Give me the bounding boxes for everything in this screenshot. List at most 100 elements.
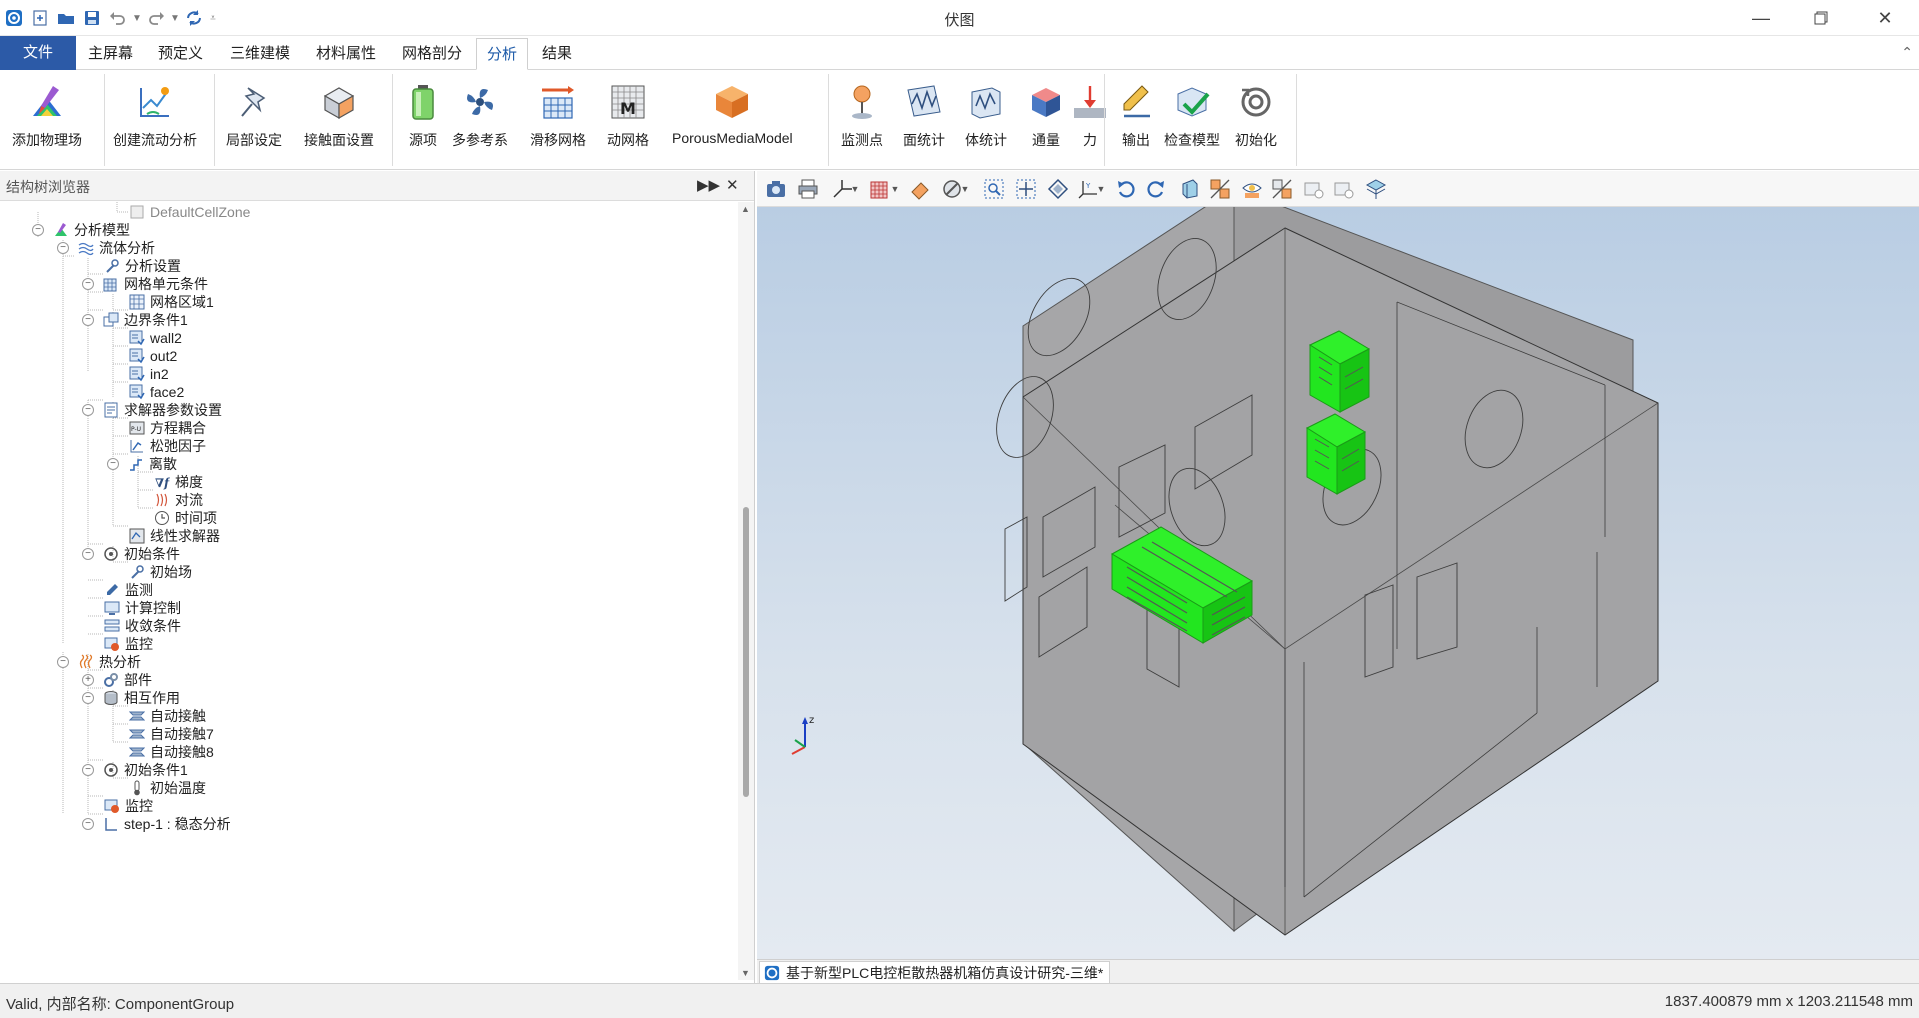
mesh-dropdown-icon[interactable]: ▼ bbox=[889, 176, 901, 202]
ribbon-separator bbox=[828, 74, 829, 166]
rotate-left-icon[interactable] bbox=[1113, 176, 1139, 202]
clip-plane-icon[interactable] bbox=[1207, 176, 1233, 202]
initialize-button[interactable]: 初始化 bbox=[1234, 80, 1278, 164]
tab-predefine[interactable]: 预定义 bbox=[148, 38, 213, 70]
undo-dropdown-icon[interactable]: ▼ bbox=[132, 6, 142, 30]
open-folder-icon[interactable] bbox=[54, 6, 78, 30]
show-hidden-icon[interactable] bbox=[1239, 176, 1265, 202]
customize-icon[interactable]: ⩡ bbox=[208, 6, 218, 30]
close-icon[interactable]: ✕ bbox=[1857, 0, 1913, 36]
print-icon[interactable] bbox=[795, 176, 821, 202]
document-tab[interactable]: 基于新型PLC电控柜散热器机箱仿真设计研究-三维* bbox=[759, 961, 1111, 983]
redo-dropdown-icon[interactable]: ▼ bbox=[170, 6, 180, 30]
collapse-toggle-icon[interactable]: − bbox=[82, 764, 94, 776]
3d-model-canvas[interactable]: z bbox=[757, 207, 1919, 959]
pin-panel-icon[interactable]: ▶▶ bbox=[697, 176, 720, 194]
sliding-mesh-button[interactable]: 滑移网格 bbox=[530, 80, 586, 164]
zoom-window-icon[interactable] bbox=[981, 176, 1007, 202]
hide-dropdown-icon[interactable]: ▼ bbox=[959, 176, 971, 202]
multi-reference-frame-button[interactable]: 多参考系 bbox=[452, 80, 508, 164]
tree-browser-header: 结构树浏览器 ▶▶ ✕ bbox=[0, 171, 754, 201]
measure-icon[interactable] bbox=[1301, 176, 1327, 202]
ribbon-separator bbox=[214, 74, 215, 166]
app-logo-icon[interactable] bbox=[2, 6, 26, 30]
expand-toggle-icon[interactable]: + bbox=[82, 674, 94, 686]
source-term-button[interactable]: 源项 bbox=[401, 80, 445, 164]
eraser-icon[interactable] bbox=[907, 176, 933, 202]
tab-material[interactable]: 材料属性 bbox=[306, 38, 386, 70]
new-file-icon[interactable] bbox=[28, 6, 52, 30]
section-view-icon[interactable] bbox=[1177, 176, 1203, 202]
flux-cube-icon bbox=[1024, 80, 1068, 124]
flux-button[interactable]: 通量 bbox=[1024, 80, 1068, 164]
restore-icon[interactable] bbox=[1793, 0, 1849, 36]
porous-media-model-button[interactable]: PorousMediaModel bbox=[672, 80, 793, 164]
check-model-button[interactable]: 检查模型 bbox=[1164, 80, 1220, 164]
title-bar: ▼ ▼ ⩡ 伏图 — ✕ bbox=[0, 0, 1919, 36]
scroll-up-icon[interactable]: ▲ bbox=[741, 204, 750, 214]
tab-results[interactable]: 结果 bbox=[532, 38, 582, 70]
pan-icon[interactable] bbox=[1013, 176, 1039, 202]
tab-3d-modeling[interactable]: 三维建模 bbox=[220, 38, 300, 70]
tree-node-default-cell-zone[interactable]: DefaultCellZone bbox=[128, 202, 250, 223]
3d-viewport[interactable]: z bbox=[757, 207, 1919, 959]
collapse-toggle-icon[interactable]: − bbox=[107, 458, 119, 470]
collapse-toggle-icon[interactable]: − bbox=[57, 656, 69, 668]
close-panel-icon[interactable]: ✕ bbox=[726, 176, 739, 194]
add-physics-button[interactable]: 添加物理场 bbox=[12, 80, 82, 164]
initialize-icon bbox=[1234, 80, 1278, 124]
tree-label: wall2 bbox=[150, 330, 182, 346]
dynamic-mesh-button[interactable]: M 动网格 bbox=[606, 80, 650, 164]
flow-lines-icon bbox=[77, 239, 95, 257]
tree-label: out2 bbox=[150, 348, 178, 364]
fit-view-icon[interactable] bbox=[1045, 176, 1071, 202]
screenshot-camera-icon[interactable] bbox=[763, 176, 789, 202]
collapse-toggle-icon[interactable]: − bbox=[57, 242, 69, 254]
tab-home[interactable]: 主屏幕 bbox=[78, 38, 143, 70]
force-button[interactable]: 力 bbox=[1068, 80, 1112, 164]
collapse-ribbon-icon[interactable]: ⌃ bbox=[1901, 44, 1913, 61]
volume-statistics-button[interactable]: 体统计 bbox=[964, 80, 1008, 164]
tab-meshing[interactable]: 网格剖分 bbox=[392, 38, 472, 70]
save-icon[interactable] bbox=[80, 6, 104, 30]
collapse-toggle-icon[interactable]: − bbox=[82, 818, 94, 830]
tree-label: 初始场 bbox=[150, 564, 192, 580]
surface-statistics-button[interactable]: 面统计 bbox=[902, 80, 946, 164]
explode-view-icon[interactable] bbox=[1269, 176, 1295, 202]
local-setting-button[interactable]: 局部设定 bbox=[226, 80, 282, 164]
create-flow-analysis-button[interactable]: 创建流动分析 bbox=[113, 80, 197, 164]
svg-text:Y: Y bbox=[1085, 182, 1091, 190]
refresh-icon[interactable] bbox=[182, 6, 206, 30]
probe-icon[interactable] bbox=[1331, 176, 1357, 202]
output-button[interactable]: 输出 bbox=[1114, 80, 1158, 164]
volume-stat-icon bbox=[964, 80, 1008, 124]
view-toolbar: ▼ ▼ ▼ Y ▼ bbox=[757, 171, 1919, 207]
sliding-mesh-label: 滑移网格 bbox=[530, 132, 586, 148]
axis-dropdown-icon[interactable]: ▼ bbox=[849, 176, 861, 202]
layers-icon[interactable] bbox=[1363, 176, 1389, 202]
contact-setting-button[interactable]: 接触面设置 bbox=[304, 80, 374, 164]
rotate-right-icon[interactable] bbox=[1143, 176, 1169, 202]
collapse-toggle-icon[interactable]: − bbox=[82, 404, 94, 416]
undo-icon[interactable] bbox=[106, 6, 130, 30]
rotate-dropdown-icon[interactable]: ▼ bbox=[1095, 176, 1107, 202]
tab-analysis[interactable]: 分析 bbox=[476, 38, 529, 70]
minimize-icon[interactable]: — bbox=[1733, 0, 1789, 36]
scrollbar-thumb[interactable] bbox=[743, 507, 749, 797]
collapse-toggle-icon[interactable]: − bbox=[82, 692, 94, 704]
tree-node-step1[interactable]: − step-1 : 稳态分析 bbox=[82, 813, 231, 835]
collapse-toggle-icon[interactable]: − bbox=[82, 314, 94, 326]
collapse-toggle-icon[interactable]: − bbox=[82, 278, 94, 290]
collapse-toggle-icon[interactable]: − bbox=[32, 224, 44, 236]
check-model-label: 检查模型 bbox=[1164, 132, 1220, 148]
ribbon: 添加物理场 创建流动分析 局部设定 接触面设置 源项 多参考系 滑移网格 M 动… bbox=[0, 70, 1919, 170]
monitor-point-button[interactable]: 监测点 bbox=[840, 80, 884, 164]
tab-file[interactable]: 文件 bbox=[0, 36, 76, 70]
volume-statistics-label: 体统计 bbox=[965, 132, 1007, 148]
redo-icon[interactable] bbox=[144, 6, 168, 30]
collapse-toggle-icon[interactable]: − bbox=[82, 548, 94, 560]
status-bar: Valid, 内部名称: ComponentGroup 1837.400879 … bbox=[0, 983, 1919, 1018]
scroll-down-icon[interactable]: ▼ bbox=[741, 968, 750, 978]
ribbon-separator bbox=[392, 74, 393, 166]
tree-scrollbar[interactable]: ▲ ▼ bbox=[738, 202, 754, 980]
